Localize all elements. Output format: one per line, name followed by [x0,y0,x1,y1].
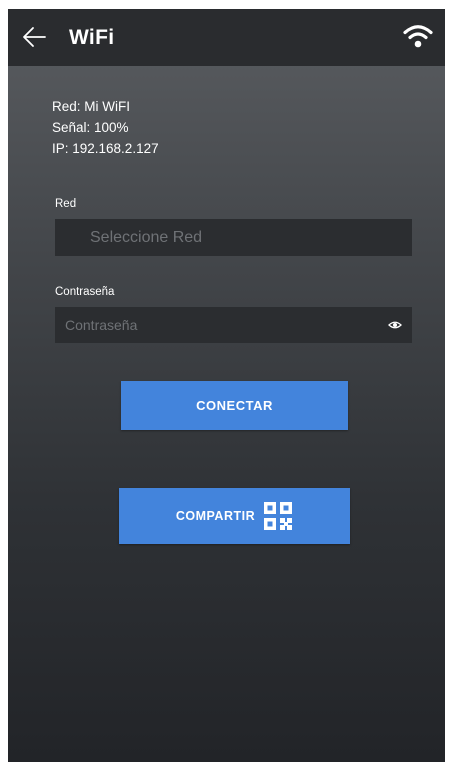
page-title: WiFi [69,26,115,49]
back-button[interactable] [20,23,48,51]
password-field-label: Contraseña [55,286,115,298]
network-field-label: Red [55,198,77,210]
password-field [55,307,412,343]
qr-code-icon [264,502,293,530]
connect-button-label: CONECTAR [196,398,273,413]
network-select[interactable]: Seleccione Red [55,219,412,256]
signal-strength-text: Señal: 100% [52,120,129,135]
arrow-left-icon [23,27,46,47]
network-name-text: Red: Mi WiFI [52,99,131,114]
share-button[interactable]: COMPARTIR [119,488,350,544]
wifi-icon [403,23,433,49]
network-select-placeholder: Seleccione Red [90,228,203,246]
password-input[interactable] [55,307,375,343]
share-button-label: COMPARTIR [175,509,256,523]
eye-icon[interactable] [388,318,402,332]
connect-button[interactable]: CONECTAR [121,381,348,430]
app-bar: WiFi [8,9,445,66]
wifi-screen: WiFi Red: Mi WiFI Señal: 100% IP: 192.16… [8,9,445,762]
connection-status: Red: Mi WiFI Señal: 100% IP: 192.168.2.1… [52,96,159,159]
ip-address-text: IP: 192.168.2.127 [52,141,159,156]
